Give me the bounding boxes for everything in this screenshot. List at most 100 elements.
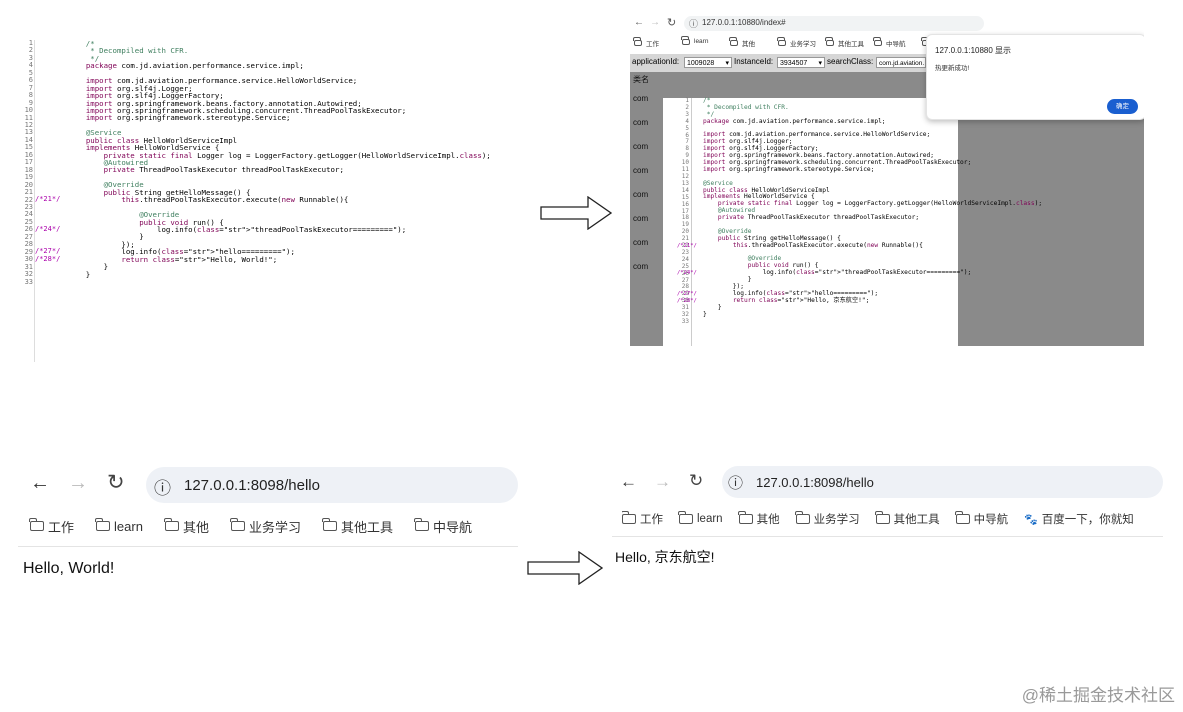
line-marker: /*28*/ [35,254,61,263]
bookmark-item[interactable]: 其他工具 [874,510,940,528]
class-row[interactable]: com [633,142,648,151]
line-marker [35,204,68,211]
reload-icon[interactable]: ↻ [667,16,676,29]
reload-icon[interactable]: ↻ [107,470,125,495]
line-marker: /*24*/ [677,270,697,277]
bookmark-item[interactable]: 中导航 [414,516,472,536]
bookmark-item[interactable]: 业务学习 [230,516,301,536]
class-row[interactable]: com [633,118,648,127]
folder-icon [825,37,834,46]
class-row[interactable]: com [633,262,648,271]
class-row[interactable]: com [633,94,648,103]
line-marker [35,159,68,166]
bookmark-item[interactable]: 其他 [737,510,780,528]
bookmark-label: 其他 [756,514,780,526]
url-bar[interactable]: ⓘ 127.0.0.1:10880/index# [684,16,984,31]
line-marker [677,146,697,153]
instance-id-select[interactable]: 3934507 ▾ [777,57,825,68]
line-marker [677,188,697,195]
line-marker [677,208,697,215]
bookmark-item[interactable]: 其他工具 [322,516,393,536]
application-id-select[interactable]: 1009028 ▾ [684,57,732,68]
alert-ok-button[interactable]: 确定 [1107,99,1138,114]
line-marker [35,55,68,62]
chevron-down-icon: ▾ [725,60,729,67]
url-bar[interactable]: ⓘ 127.0.0.1:8098/hello [722,466,1163,498]
class-row[interactable]: com [633,190,648,199]
bookmark-label: 工作 [646,41,659,48]
bookmark-item[interactable]: 业务学习 [794,510,860,528]
code-line: } [68,269,91,279]
line-marker [677,194,697,201]
bookmark-item[interactable]: learn [681,35,708,45]
bookmark-item[interactable]: 其他 [729,37,755,48]
nav-bar: ← → ↻ ⓘ 127.0.0.1:10880/index# [630,14,1144,34]
bookmark-item[interactable]: 中导航 [954,510,1008,528]
code-body: /* * Decompiled with CFR. */ package com… [68,40,491,285]
divider [612,536,1163,537]
code-line: package com.jd.aviation.performance.serv… [85,61,304,71]
line-marker [35,263,68,270]
bookmark-item[interactable]: 其他 [164,516,209,536]
line-marker [677,250,697,257]
line-marker [677,319,697,326]
code-line: } [703,303,722,311]
info-icon[interactable]: ⓘ [728,472,743,493]
line-marker [35,92,68,99]
bookmark-item[interactable]: 工作 [622,510,663,528]
bookmark-label: 其他 [742,41,755,48]
folder-icon [414,518,429,531]
back-icon[interactable]: ← [634,17,644,28]
forward-icon[interactable]: → [650,17,660,28]
bookmarks-bar: 工作 learn 其他 业务学习 其他工具 中导航 [29,516,520,536]
bookmark-label: 其他 [182,519,209,535]
folder-icon [29,518,44,531]
alert-dialog: 127.0.0.1:10880 显示 热更新成功! 确定 [926,34,1144,120]
info-icon[interactable]: ⓘ [689,17,698,30]
class-row[interactable]: com [633,214,648,223]
folder-icon [633,37,642,46]
line-marker: /*21*/ [677,242,697,249]
forward-icon[interactable]: → [68,472,88,495]
bookmark-item[interactable]: 中导航 [873,37,906,48]
url-bar[interactable]: ⓘ 127.0.0.1:8098/hello [146,467,518,503]
bookmark-label: 工作 [640,514,663,526]
bookmark-item[interactable]: learn [678,510,723,528]
line-marker [35,77,68,84]
search-class-label: searchClass: [827,57,874,66]
line-marker [677,174,697,181]
line-marker [677,112,697,119]
bookmark-item-baidu[interactable]: 🐾 百度一下，你就知 [1024,510,1134,528]
bookmark-label: 其他工具 [838,41,864,48]
search-class-input[interactable]: com.jd.aviation. [876,57,926,68]
line-marker: /*28*/ [677,297,697,304]
back-icon[interactable]: ← [30,472,50,495]
back-icon[interactable]: ← [620,472,637,492]
folder-icon [622,511,636,524]
class-row[interactable]: com [633,238,648,247]
bookmark-item[interactable]: 业务学习 [777,37,816,48]
forward-icon[interactable]: → [654,472,671,492]
folder-icon [794,511,810,524]
line-marker [677,305,697,312]
class-row[interactable]: com [633,166,648,175]
code-line: return class="str">"Hello, World!"; [121,254,278,264]
line-marker [677,277,697,284]
info-icon[interactable]: ⓘ [154,474,171,499]
line-marker [35,100,68,107]
folder-icon [729,37,738,46]
line-marker [35,152,68,159]
bookmark-item[interactable]: 其他工具 [825,37,864,48]
line-marker [677,263,697,270]
folder-icon [678,511,693,524]
bookmark-item[interactable]: learn [95,516,143,536]
application-id-label: applicationId: [632,57,680,66]
code-line: import org.springframework.stereotype.Se… [85,113,291,123]
instance-id-value: 3934507 [780,60,808,67]
line-markers: /*21*//*24*//*27*//*28*/ [35,40,68,285]
bookmark-item[interactable]: 工作 [633,37,659,48]
bookmark-item[interactable]: 工作 [29,516,74,536]
reload-icon[interactable]: ↻ [689,471,703,491]
